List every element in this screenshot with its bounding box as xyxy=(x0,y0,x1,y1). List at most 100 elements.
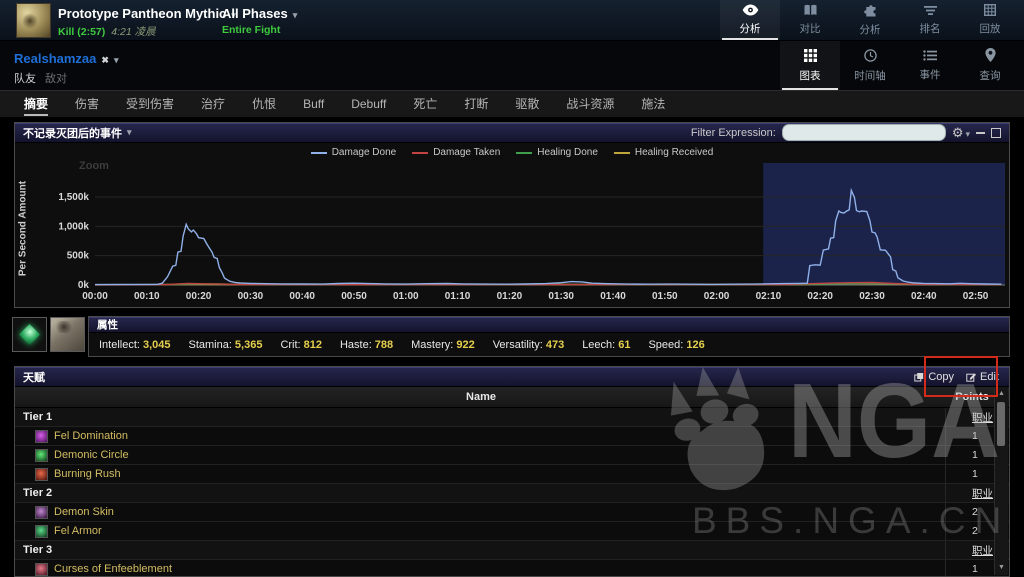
class-link[interactable]: 职业 xyxy=(972,486,993,501)
player-name-dropdown[interactable]: Realshamzaa ✖ ▾ xyxy=(14,51,118,66)
minimize-icon[interactable] xyxy=(976,131,985,134)
stat-value: 61 xyxy=(618,338,631,351)
character-portrait-icon[interactable] xyxy=(50,317,85,352)
tab-5[interactable]: Buff xyxy=(303,90,324,118)
stat-label: Versatility: xyxy=(492,338,543,351)
tab-8[interactable]: 打断 xyxy=(464,90,488,118)
talent-row: Burning Rush 1 xyxy=(15,465,1009,484)
svg-text:02:50: 02:50 xyxy=(963,291,989,302)
class-link[interactable]: 职业 xyxy=(972,543,993,558)
spell-icon xyxy=(35,505,48,519)
boss-name-dropdown[interactable]: Prototype Pantheon Mythic ▾ xyxy=(58,6,236,21)
view-tab-label: 分析 xyxy=(859,23,881,36)
enemies-link[interactable]: 敌对 xyxy=(45,73,67,85)
gear-icon[interactable]: ⚙ ▾ xyxy=(952,126,970,139)
tab-9[interactable]: 驱散 xyxy=(515,90,539,118)
stat-value: 5,365 xyxy=(234,338,263,351)
legend-item-2[interactable]: Healing Done xyxy=(516,147,598,158)
svg-text:02:10: 02:10 xyxy=(756,291,782,302)
tab-11[interactable]: 施法 xyxy=(641,90,665,118)
spell-name-link[interactable]: Fel Armor xyxy=(54,525,102,537)
view-tab-3[interactable]: 排名 xyxy=(900,0,960,40)
talent-tier-row: Tier 3 职业 xyxy=(15,541,1009,560)
stat-intellect: Intellect: 3,045 xyxy=(99,339,171,351)
phase-detail: Entire Fight xyxy=(222,24,281,36)
mode-tab-2[interactable]: 事件 xyxy=(900,41,960,90)
chart-legend: Damage Done Damage Taken Healing Done Heali… xyxy=(15,147,1009,158)
svg-text:02:00: 02:00 xyxy=(704,291,730,302)
svg-text:01:30: 01:30 xyxy=(548,291,574,302)
points-value: 2 xyxy=(945,503,995,521)
spell-name-link[interactable]: Fel Domination xyxy=(54,430,128,442)
spell-name-link[interactable]: Curses of Enfeeblement xyxy=(54,563,172,575)
scrollbar-thumb[interactable] xyxy=(997,402,1005,446)
legend-item-1[interactable]: Damage Taken xyxy=(412,147,500,158)
points-value: 2 xyxy=(945,522,995,540)
mode-tab-0[interactable]: 图表 xyxy=(780,41,840,90)
stats-panel: 属性 Intellect: 3,045 Stamina: 5,365 Crit: 812 H… xyxy=(88,316,1010,357)
points-value: 1 xyxy=(945,427,995,445)
legend-swatch xyxy=(613,151,630,154)
stat-label: Stamina: xyxy=(188,338,232,351)
filter-expression-input[interactable] xyxy=(781,124,946,141)
spell-name-link[interactable]: Demon Skin xyxy=(54,506,114,518)
puzzle-icon xyxy=(863,4,877,20)
stat-haste: Haste: 788 xyxy=(340,339,393,351)
list-icon xyxy=(923,49,937,64)
maximize-icon[interactable] xyxy=(991,127,1001,138)
tab-4[interactable]: 仇恨 xyxy=(252,90,276,118)
boss-name-label: Prototype Pantheon Mythic xyxy=(58,6,227,21)
gem-icon xyxy=(18,323,41,346)
talent-row: Curses of Enfeeblement 1 xyxy=(15,560,1009,576)
friendlies-link[interactable]: 队友 xyxy=(14,73,36,85)
talents-scrollbar[interactable]: ▲ ▼ xyxy=(994,387,1008,575)
svg-text:01:10: 01:10 xyxy=(445,291,471,302)
view-tab-0[interactable]: 分析 xyxy=(720,0,780,40)
class-link[interactable]: 职业 xyxy=(972,410,993,425)
tab-6[interactable]: Debuff xyxy=(351,90,386,118)
close-icon[interactable]: ✖ xyxy=(101,55,109,65)
view-tab-1[interactable]: 对比 xyxy=(780,0,840,40)
scroll-down-icon[interactable]: ▼ xyxy=(995,562,1008,574)
tab-2[interactable]: 受到伤害 xyxy=(126,90,174,118)
equipped-item-icon[interactable] xyxy=(12,317,47,352)
tab-7[interactable]: 死亡 xyxy=(413,90,437,118)
talent-tier-row: Tier 2 职业 xyxy=(15,484,1009,503)
points-value: 1 xyxy=(945,465,995,483)
copy-icon xyxy=(914,372,924,381)
mode-tab-3[interactable]: 查询 xyxy=(960,41,1020,90)
legend-label: Damage Done xyxy=(331,147,397,158)
tier-label: Tier 1 xyxy=(23,411,53,423)
legend-label: Damage Taken xyxy=(433,147,501,158)
eye-icon xyxy=(742,4,759,19)
replay-icon xyxy=(983,3,997,19)
tab-10[interactable]: 战斗资源 xyxy=(566,90,614,118)
tab-3[interactable]: 治疗 xyxy=(201,90,225,118)
chart-plot[interactable]: 0k 500k 1,000k 1,500k 00:00 00:10 00:20 00:30 00… xyxy=(15,163,1011,307)
talents-table-body: Tier 1 职业 Fel Domination 1 Demonic Circle 1 Bu… xyxy=(15,408,1009,576)
stats-row: Intellect: 3,045 Stamina: 5,365 Crit: 812 Hast… xyxy=(89,333,1009,356)
stat-leech: Leech: 61 xyxy=(582,339,630,351)
spell-name-link[interactable]: Burning Rush xyxy=(54,468,121,480)
svg-text:00:20: 00:20 xyxy=(186,291,212,302)
mode-tab-1[interactable]: 时间轴 xyxy=(840,41,900,90)
svg-text:00:10: 00:10 xyxy=(134,291,160,302)
phase-dropdown[interactable]: All Phases ▾ xyxy=(222,6,297,21)
chart-area[interactable]: Damage Done Damage Taken Healing Done Heali… xyxy=(15,143,1009,307)
view-tab-2[interactable]: 分析 xyxy=(840,0,900,40)
svg-text:01:40: 01:40 xyxy=(600,291,626,302)
report-tabs: 摘要 伤害 受到伤害 治疗 仇恨 Buff Debuff 死亡 打断 驱散 战斗资源 施法 xyxy=(0,90,1024,118)
legend-item-0[interactable]: Damage Done xyxy=(310,147,397,158)
boss-portrait-icon[interactable] xyxy=(16,3,51,38)
pin-icon xyxy=(984,48,996,65)
tab-1[interactable]: 伤害 xyxy=(75,90,99,118)
talent-tier-row: Tier 1 职业 xyxy=(15,408,1009,427)
spell-name-link[interactable]: Demonic Circle xyxy=(54,449,129,461)
chart-title-dropdown[interactable]: 不记录灭团后的事件 xyxy=(23,125,122,141)
tab-0[interactable]: 摘要 xyxy=(24,90,49,118)
chart-selection-region[interactable] xyxy=(763,163,1005,285)
legend-item-3[interactable]: Healing Received xyxy=(613,147,713,158)
mode-tab-label: 事件 xyxy=(919,68,941,81)
grid-icon xyxy=(803,48,817,65)
view-tab-4[interactable]: 回放 xyxy=(960,0,1020,40)
